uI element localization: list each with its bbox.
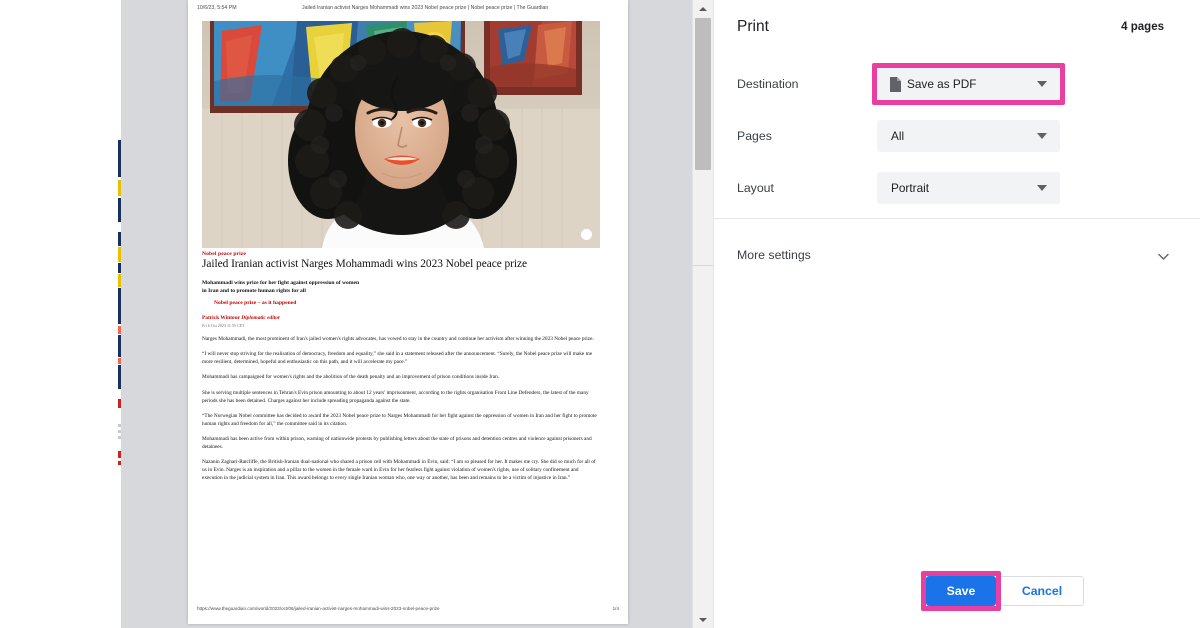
save-button[interactable]: Save xyxy=(926,576,996,606)
destination-value: Save as PDF xyxy=(907,77,977,91)
article-paragraph: Nazanin Zaghari-Ratcliffe, the British-I… xyxy=(202,458,596,481)
preview-scrollbar[interactable] xyxy=(692,0,713,628)
setting-row-pages: Pages All xyxy=(714,120,1200,154)
pages-label: Pages xyxy=(737,129,772,143)
article-paragraph: She is serving multiple sentences in Teh… xyxy=(202,389,589,404)
article-paragraph: Mohammadi has been active from within pr… xyxy=(202,435,592,450)
byline-role: Diplomatic editor xyxy=(241,315,281,322)
page-header-title: Jailed Iranian activist Narges Mohammadi… xyxy=(302,5,549,11)
article-paragraph: Narges Mohammadi, the most prominent of … xyxy=(202,336,594,343)
article-timestamp: Fri 6 Oct 2023 11.55 CET xyxy=(202,323,245,329)
panel-divider xyxy=(714,218,1200,219)
article-paragraph: “The Norwegian Nobel committee has decid… xyxy=(202,412,597,427)
page-footer-url: https://www.theguardian.com/world/2023/o… xyxy=(197,606,440,611)
layout-select[interactable]: Portrait xyxy=(877,172,1060,204)
standfirst-line-1: Mohammadi wins prize for her fight again… xyxy=(202,280,360,287)
page-header-date: 10/6/23, 5:54 PM xyxy=(197,5,237,11)
scrollbar-thumb[interactable] xyxy=(695,18,711,170)
print-dialog: Print 4 pages Destination Save as PDF Pa… xyxy=(713,0,1200,628)
hero-illustration xyxy=(202,21,600,248)
chevron-down-icon xyxy=(1037,133,1047,139)
pages-value: All xyxy=(891,129,905,143)
standfirst-line-2: in Iran and to promote human rights for … xyxy=(202,288,306,295)
print-dialog-title: Print xyxy=(737,18,769,35)
more-settings-label: More settings xyxy=(737,248,811,262)
article-related-link: Nobel peace prize – as it happened xyxy=(214,300,297,307)
destination-label: Destination xyxy=(737,77,799,91)
page-left-rail xyxy=(0,0,113,628)
chevron-down-icon xyxy=(1037,81,1047,87)
page-footer-number: 1/4 xyxy=(612,606,619,611)
minimap-marker-gutter[interactable] xyxy=(113,0,121,628)
cancel-button[interactable]: Cancel xyxy=(1000,576,1084,606)
page-footer: https://www.theguardian.com/world/2023/o… xyxy=(188,606,628,616)
page-count-label: 4 pages xyxy=(1121,21,1164,33)
article-content: Nobel peace prize Jailed Iranian activis… xyxy=(202,21,600,482)
setting-row-destination: Destination Save as PDF xyxy=(714,63,1200,105)
page-header: 10/6/23, 5:54 PM Jailed Iranian activist… xyxy=(188,5,628,17)
layout-value: Portrait xyxy=(891,181,930,195)
scrollbar-tick xyxy=(693,265,713,266)
painting-right xyxy=(484,21,582,95)
article-hero-image xyxy=(202,21,600,248)
document-icon xyxy=(890,76,901,92)
print-dialog-header: Print 4 pages xyxy=(714,18,1200,46)
layout-label: Layout xyxy=(737,181,774,195)
print-dialog-actions: Save Cancel xyxy=(714,562,1200,628)
article-kicker: Nobel peace prize xyxy=(202,251,246,257)
destination-select[interactable]: Save as PDF xyxy=(877,68,1060,100)
scroll-up-arrow[interactable] xyxy=(693,0,713,17)
more-settings-toggle[interactable]: More settings xyxy=(714,244,1200,272)
article-standfirst: Mohammadi wins prize for her fight again… xyxy=(202,279,600,295)
print-preview-screen: 10/6/23, 5:54 PM Jailed Iranian activist… xyxy=(0,0,1200,628)
chevron-down-icon xyxy=(1157,250,1170,263)
article-headline: Jailed Iranian activist Narges Mohammadi… xyxy=(202,258,528,270)
image-credit-badge xyxy=(581,229,592,240)
article-byline: Patrick Wintour Diplomatic editor xyxy=(202,315,600,321)
scroll-down-arrow[interactable] xyxy=(693,611,713,628)
preview-page-1: 10/6/23, 5:54 PM Jailed Iranian activist… xyxy=(188,0,628,624)
byline-author: Patrick Wintour xyxy=(202,315,240,322)
print-preview-area: 10/6/23, 5:54 PM Jailed Iranian activist… xyxy=(121,0,692,628)
article-paragraph: Mohammadi has campaigned for women's rig… xyxy=(202,374,500,381)
pages-select[interactable]: All xyxy=(877,120,1060,152)
article-body: Narges Mohammadi, the most prominent of … xyxy=(202,335,600,482)
setting-row-layout: Layout Portrait xyxy=(714,172,1200,206)
chevron-down-icon xyxy=(1037,185,1047,191)
article-paragraph: “I will never stop striving for the real… xyxy=(202,351,593,366)
